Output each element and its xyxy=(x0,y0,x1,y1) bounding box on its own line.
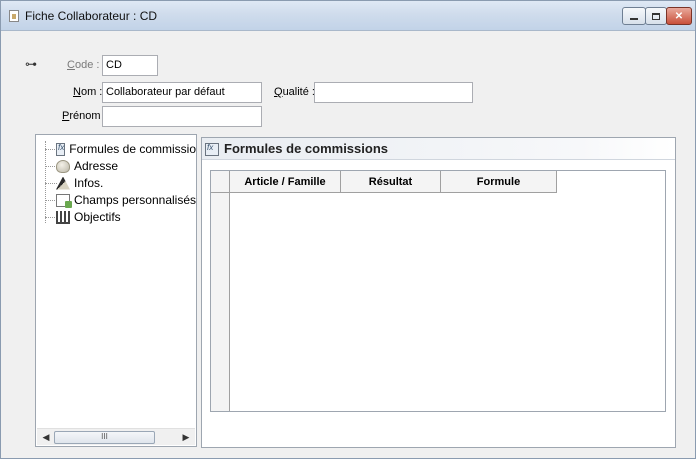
objectives-icon xyxy=(56,210,70,224)
code-field[interactable]: CD xyxy=(102,55,158,76)
qualite-label-accel: Q xyxy=(274,86,283,98)
nom-label-rest: om : xyxy=(80,86,103,98)
grid-header: Article / Famille Résultat Formule xyxy=(211,171,557,193)
formula-icon xyxy=(56,142,66,156)
tree-item-label: Objectifs xyxy=(74,210,121,224)
code-label-rest: ode : xyxy=(74,59,100,71)
tree-item-formules[interactable]: Formules de commissio xyxy=(56,141,196,157)
tree-item-label: Formules de commissio xyxy=(69,142,196,156)
code-label-accel: C xyxy=(67,59,75,71)
scroll-left-icon[interactable]: ◀ xyxy=(39,431,53,444)
column-header-article-famille[interactable]: Article / Famille xyxy=(230,171,341,193)
tree-item-infos[interactable]: Infos. xyxy=(56,175,196,191)
minimize-icon xyxy=(630,17,638,20)
tree-horizontal-scrollbar[interactable]: ◀ III ▶ xyxy=(37,428,195,445)
tree-item-label: Infos. xyxy=(74,176,104,190)
info-icon xyxy=(56,176,70,190)
panel-title: Formules de commissions xyxy=(224,141,388,156)
qualite-field[interactable] xyxy=(314,82,473,103)
tree-item-adresse[interactable]: Adresse xyxy=(56,158,196,174)
navigation-tree: Formules de commissio Adresse Infos. Cha… xyxy=(35,134,197,447)
nom-field[interactable]: Collaborateur par défaut xyxy=(102,82,262,103)
commission-formulas-panel: Formules de commissions Article / Famill… xyxy=(201,137,676,448)
tree-item-label: Adresse xyxy=(74,159,119,173)
maximize-icon xyxy=(652,12,660,20)
code-label: Code : xyxy=(67,59,99,71)
commission-formulas-grid[interactable]: Article / Famille Résultat Formule xyxy=(210,170,666,412)
tree-item-label: Champs personnalisés xyxy=(73,193,196,207)
close-button[interactable]: ✕ xyxy=(666,7,692,25)
panel-header: Formules de commissions xyxy=(202,138,675,160)
title-bar: Fiche Collaborateur : CD ✕ xyxy=(1,1,695,31)
document-icon xyxy=(9,10,19,22)
tree-item-champs-personnalises[interactable]: Champs personnalisés xyxy=(56,192,196,208)
address-icon xyxy=(56,159,70,173)
custom-fields-icon xyxy=(56,193,72,208)
prenom-label: Prénom : xyxy=(62,110,107,122)
tree-connector xyxy=(45,141,46,223)
key-icon: ⊶ xyxy=(25,57,37,71)
window-title: Fiche Collaborateur : CD xyxy=(25,9,158,23)
row-selector-header[interactable] xyxy=(211,171,230,193)
qualite-label: Qualité : xyxy=(274,86,315,98)
tree-item-objectifs[interactable]: Objectifs xyxy=(56,209,196,225)
maximize-button[interactable] xyxy=(645,7,667,25)
prenom-field[interactable] xyxy=(102,106,262,127)
nom-label: Nom : xyxy=(73,86,102,98)
minimize-button[interactable] xyxy=(622,7,646,25)
scroll-right-icon[interactable]: ▶ xyxy=(179,431,193,444)
scroll-thumb[interactable]: III xyxy=(54,431,155,444)
qualite-label-rest: ualité : xyxy=(282,86,315,98)
formula-icon xyxy=(205,143,219,156)
nom-label-accel: N xyxy=(73,86,81,98)
row-header-column xyxy=(211,193,230,411)
column-header-formule[interactable]: Formule xyxy=(441,171,557,193)
main-window: Fiche Collaborateur : CD ✕ ⊶ Code : CD N… xyxy=(0,0,696,459)
column-header-resultat[interactable]: Résultat xyxy=(341,171,441,193)
close-icon: ✕ xyxy=(674,10,684,22)
